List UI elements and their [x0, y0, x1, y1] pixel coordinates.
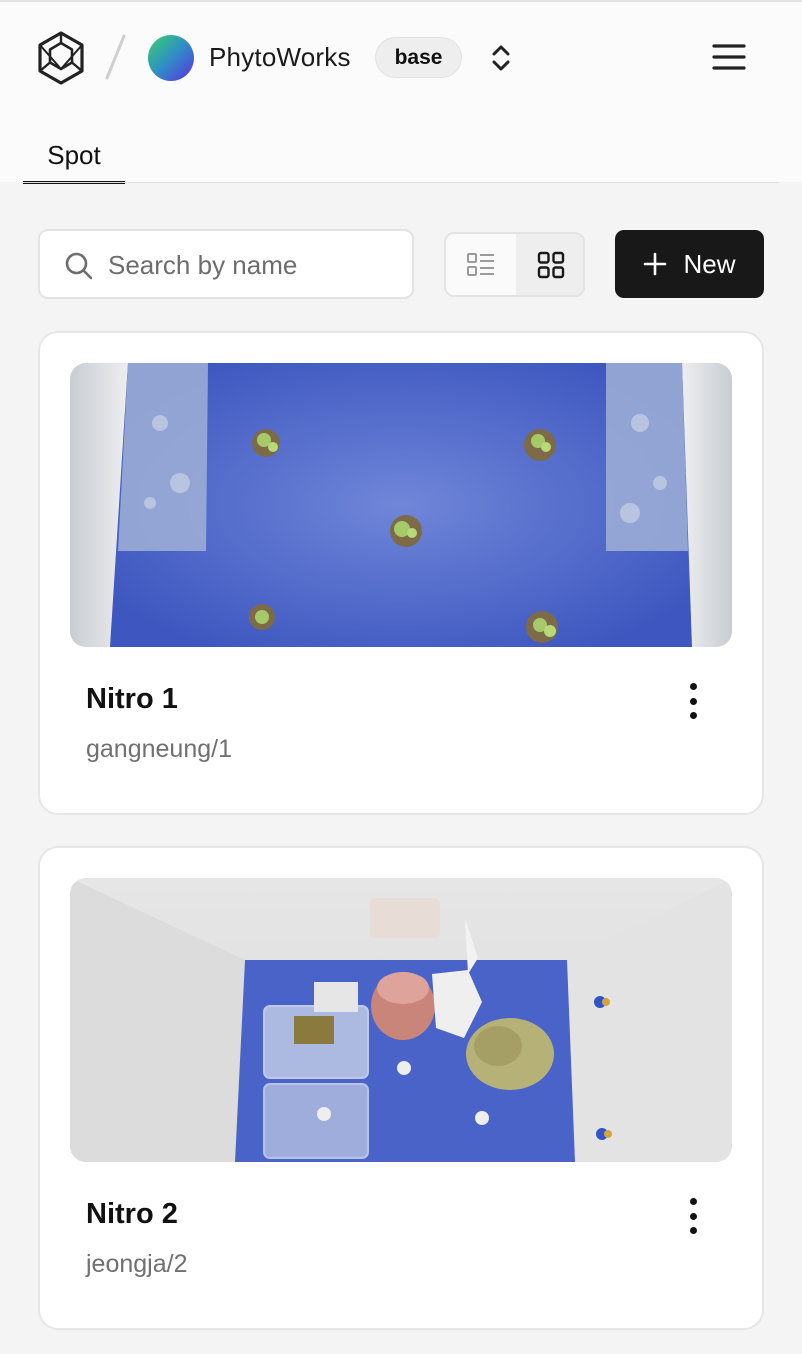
list-view-button[interactable] — [446, 234, 516, 295]
card-title: Nitro 2 — [86, 1198, 178, 1230]
hexagon-cube-logo-icon[interactable] — [36, 30, 86, 86]
search-icon — [65, 252, 93, 280]
more-options-icon[interactable] — [678, 1194, 708, 1238]
org-name[interactable]: PhytoWorks — [209, 42, 351, 73]
spot-card[interactable]: Nitro 2 jeongja/2 — [38, 846, 764, 1330]
card-subtitle: gangneung/1 — [86, 735, 232, 763]
spot-card[interactable]: Nitro 1 gangneung/1 — [38, 331, 764, 815]
plus-icon — [644, 252, 667, 276]
spot-thumbnail[interactable] — [70, 363, 732, 647]
org-avatar[interactable] — [148, 35, 194, 81]
hamburger-menu-icon[interactable] — [712, 42, 746, 72]
card-subtitle: jeongja/2 — [86, 1250, 188, 1278]
new-button[interactable]: New — [615, 230, 764, 298]
more-options-icon[interactable] — [678, 679, 708, 723]
card-title: Nitro 1 — [86, 683, 178, 715]
tab-divider — [23, 182, 779, 183]
grid-view-button[interactable] — [516, 234, 583, 295]
view-mode-toggle — [444, 232, 585, 297]
spot-thumbnail[interactable] — [70, 878, 732, 1162]
search-box[interactable] — [38, 229, 414, 299]
grid-view-icon — [537, 251, 565, 278]
list-view-icon — [467, 252, 494, 276]
tab-spot[interactable]: Spot — [23, 138, 125, 184]
search-input[interactable] — [108, 245, 398, 285]
top-bar: PhytoWorks base Spot — [0, 0, 802, 184]
new-button-label: New — [683, 248, 736, 279]
chevron-up-down-icon[interactable] — [486, 42, 516, 74]
breadcrumb-separator-icon — [105, 34, 126, 80]
environment-badge[interactable]: base — [375, 37, 462, 78]
